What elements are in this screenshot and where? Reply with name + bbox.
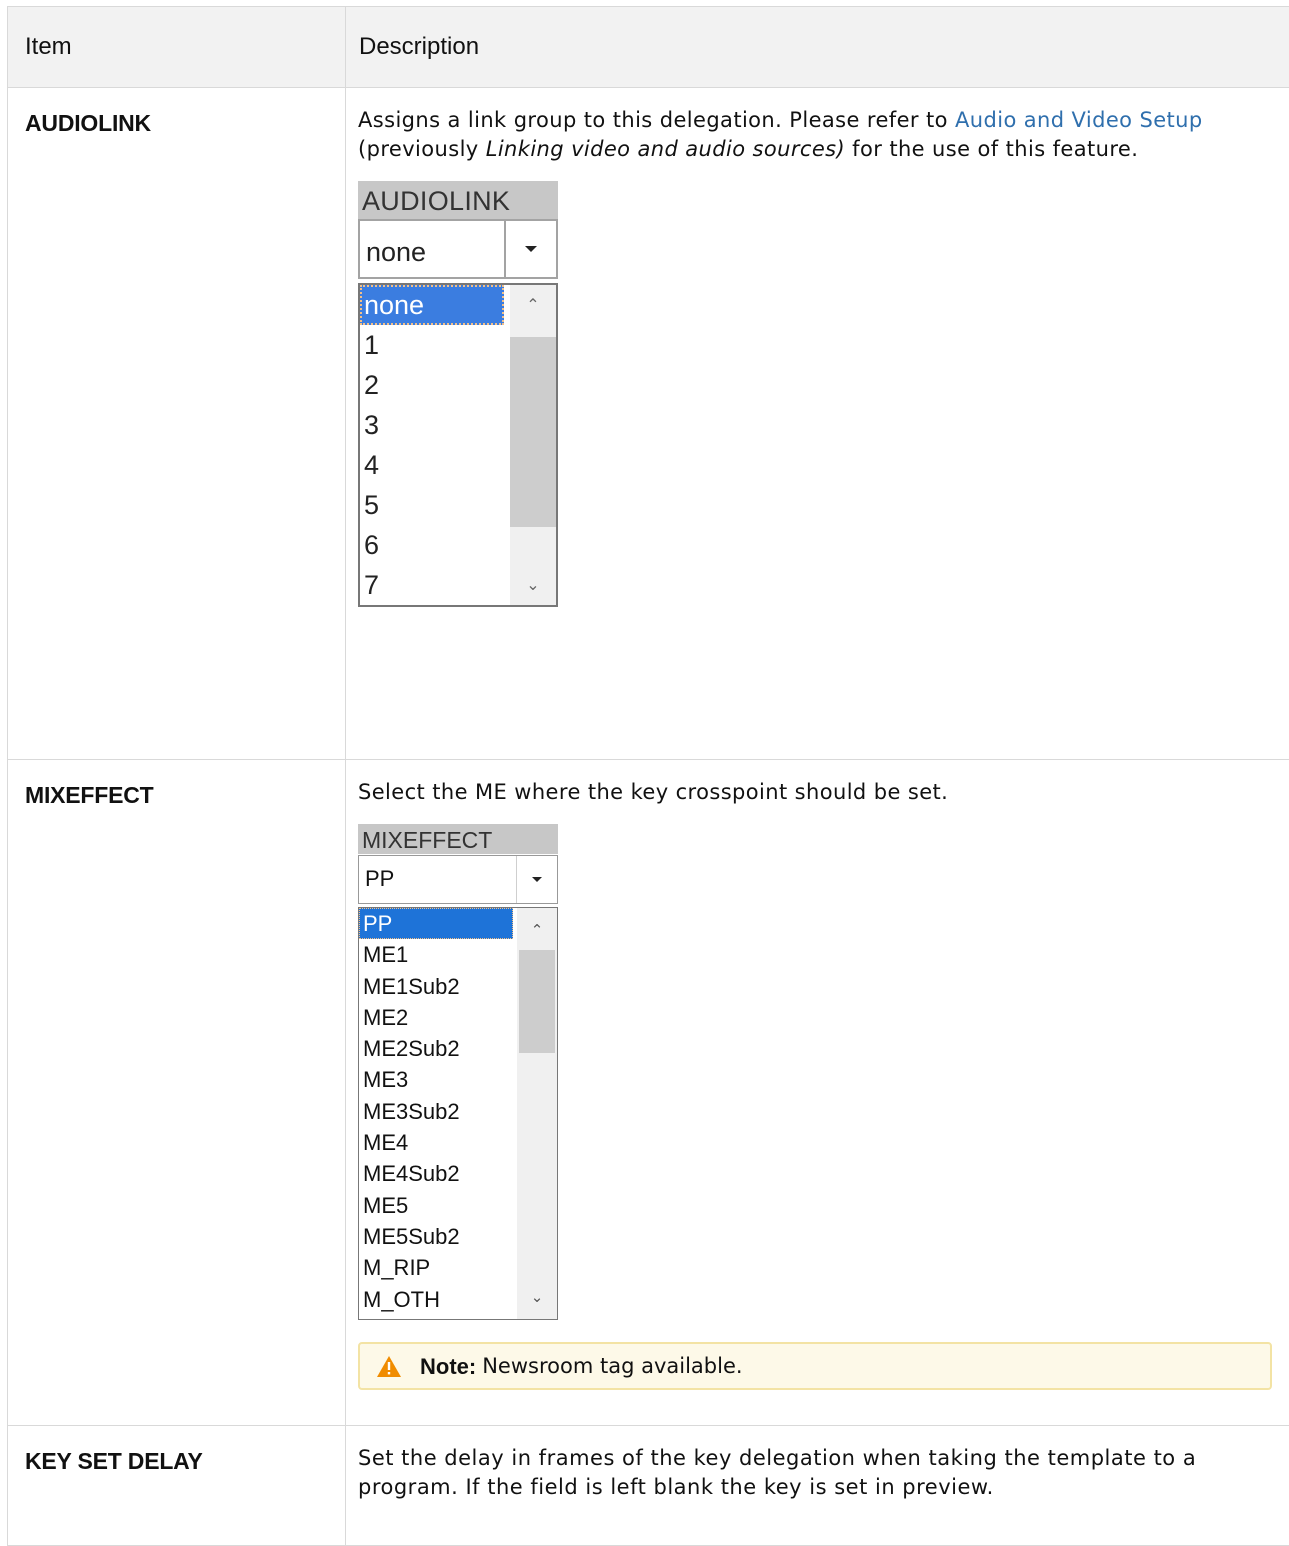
list-option[interactable]: ME5Sub2	[359, 1221, 517, 1252]
mixeffect-selected-value: PP	[359, 856, 517, 903]
description-cell: Set the delay in frames of the key deleg…	[346, 1426, 1289, 1546]
list-option[interactable]: ME5	[359, 1190, 517, 1221]
table-row: KEY SET DELAY Set the delay in frames of…	[8, 1426, 1289, 1546]
mixeffect-scrollbar[interactable]: ⌃ ⌄	[517, 908, 557, 1319]
chevron-down-icon[interactable]	[517, 856, 557, 903]
list-option[interactable]: 4	[360, 445, 510, 485]
list-option[interactable]: 3	[360, 405, 510, 445]
note-text: Newsroom tag available.	[482, 1352, 742, 1381]
list-option[interactable]: 5	[360, 485, 510, 525]
list-option[interactable]: M_OTH	[359, 1284, 517, 1315]
key-set-delay-description: Set the delay in frames of the key deleg…	[358, 1444, 1277, 1502]
table-row: AUDIOLINK Assigns a link group to this d…	[8, 88, 1289, 760]
item-audiolink: AUDIOLINK	[8, 88, 346, 760]
mixeffect-dropdown[interactable]: PP	[358, 855, 558, 904]
item-mixeffect: MIXEFFECT	[8, 760, 346, 1426]
list-option[interactable]: M_RIP	[359, 1252, 517, 1283]
list-option[interactable]: ME3Sub2	[359, 1096, 517, 1127]
item-key-set-delay: KEY SET DELAY	[8, 1426, 346, 1546]
list-option[interactable]: PP	[359, 908, 513, 939]
chevron-down-icon[interactable]	[506, 221, 556, 277]
audiolink-scrollbar[interactable]: ⌃ ⌄	[510, 285, 556, 605]
description-cell: Select the ME where the key crosspoint s…	[346, 760, 1289, 1426]
list-option[interactable]: 1	[360, 325, 510, 365]
list-option[interactable]: ME4	[359, 1127, 517, 1158]
mixeffect-widget: MIXEFFECT PP PPME1ME1Sub2ME2ME2Sub2ME3ME…	[358, 824, 558, 1320]
header-description: Description	[346, 7, 1289, 88]
mixeffect-title: MIXEFFECT	[358, 824, 558, 854]
table-row: MIXEFFECT Select the ME where the key cr…	[8, 760, 1289, 1426]
scroll-up-icon[interactable]: ⌃	[510, 285, 556, 325]
scrollbar-thumb[interactable]	[510, 337, 556, 527]
scroll-down-icon[interactable]: ⌄	[517, 1281, 557, 1313]
list-option[interactable]: ME1	[359, 939, 517, 970]
audiolink-dropdown[interactable]: none	[358, 219, 558, 279]
note-label: Note:	[420, 1352, 476, 1381]
list-option[interactable]: ME3	[359, 1064, 517, 1095]
table-header-row: Item Description	[8, 7, 1289, 88]
audiolink-widget: AUDIOLINK none none1234567 ⌃ ⌄	[358, 181, 558, 607]
list-option[interactable]: 2	[360, 365, 510, 405]
list-option[interactable]: none	[360, 285, 504, 325]
list-option[interactable]: ME1Sub2	[359, 971, 517, 1002]
list-option[interactable]: ME2Sub2	[359, 1033, 517, 1064]
desc-text: Assigns a link group to this delegation.…	[358, 108, 955, 132]
list-option[interactable]: ME4Sub2	[359, 1158, 517, 1189]
desc-text: (previously	[358, 137, 486, 161]
parameter-table: Item Description AUDIOLINK Assigns a lin…	[7, 6, 1289, 1546]
audio-video-setup-link[interactable]: Audio and Video Setup	[955, 108, 1203, 132]
audiolink-selected-value: none	[360, 221, 506, 277]
header-item: Item	[8, 7, 346, 88]
scroll-up-icon[interactable]: ⌃	[517, 914, 557, 946]
mixeffect-description: Select the ME where the key crosspoint s…	[358, 778, 1277, 807]
scrollbar-thumb[interactable]	[519, 950, 555, 1053]
list-option[interactable]: 6	[360, 525, 510, 565]
note-callout: Note: Newsroom tag available.	[358, 1342, 1272, 1390]
desc-emphasis: Linking video and audio sources)	[486, 137, 845, 161]
warning-icon	[376, 1355, 402, 1378]
audiolink-description: Assigns a link group to this delegation.…	[358, 106, 1277, 164]
audiolink-listbox[interactable]: none1234567 ⌃ ⌄	[358, 283, 558, 607]
list-option[interactable]: 7	[360, 565, 510, 605]
list-option[interactable]: ME2	[359, 1002, 517, 1033]
desc-text: for the use of this feature.	[845, 137, 1138, 161]
audiolink-title: AUDIOLINK	[358, 181, 558, 219]
scroll-down-icon[interactable]: ⌄	[510, 565, 556, 605]
mixeffect-listbox[interactable]: PPME1ME1Sub2ME2ME2Sub2ME3ME3Sub2ME4ME4Su…	[358, 907, 558, 1320]
description-cell: Assigns a link group to this delegation.…	[346, 88, 1289, 760]
